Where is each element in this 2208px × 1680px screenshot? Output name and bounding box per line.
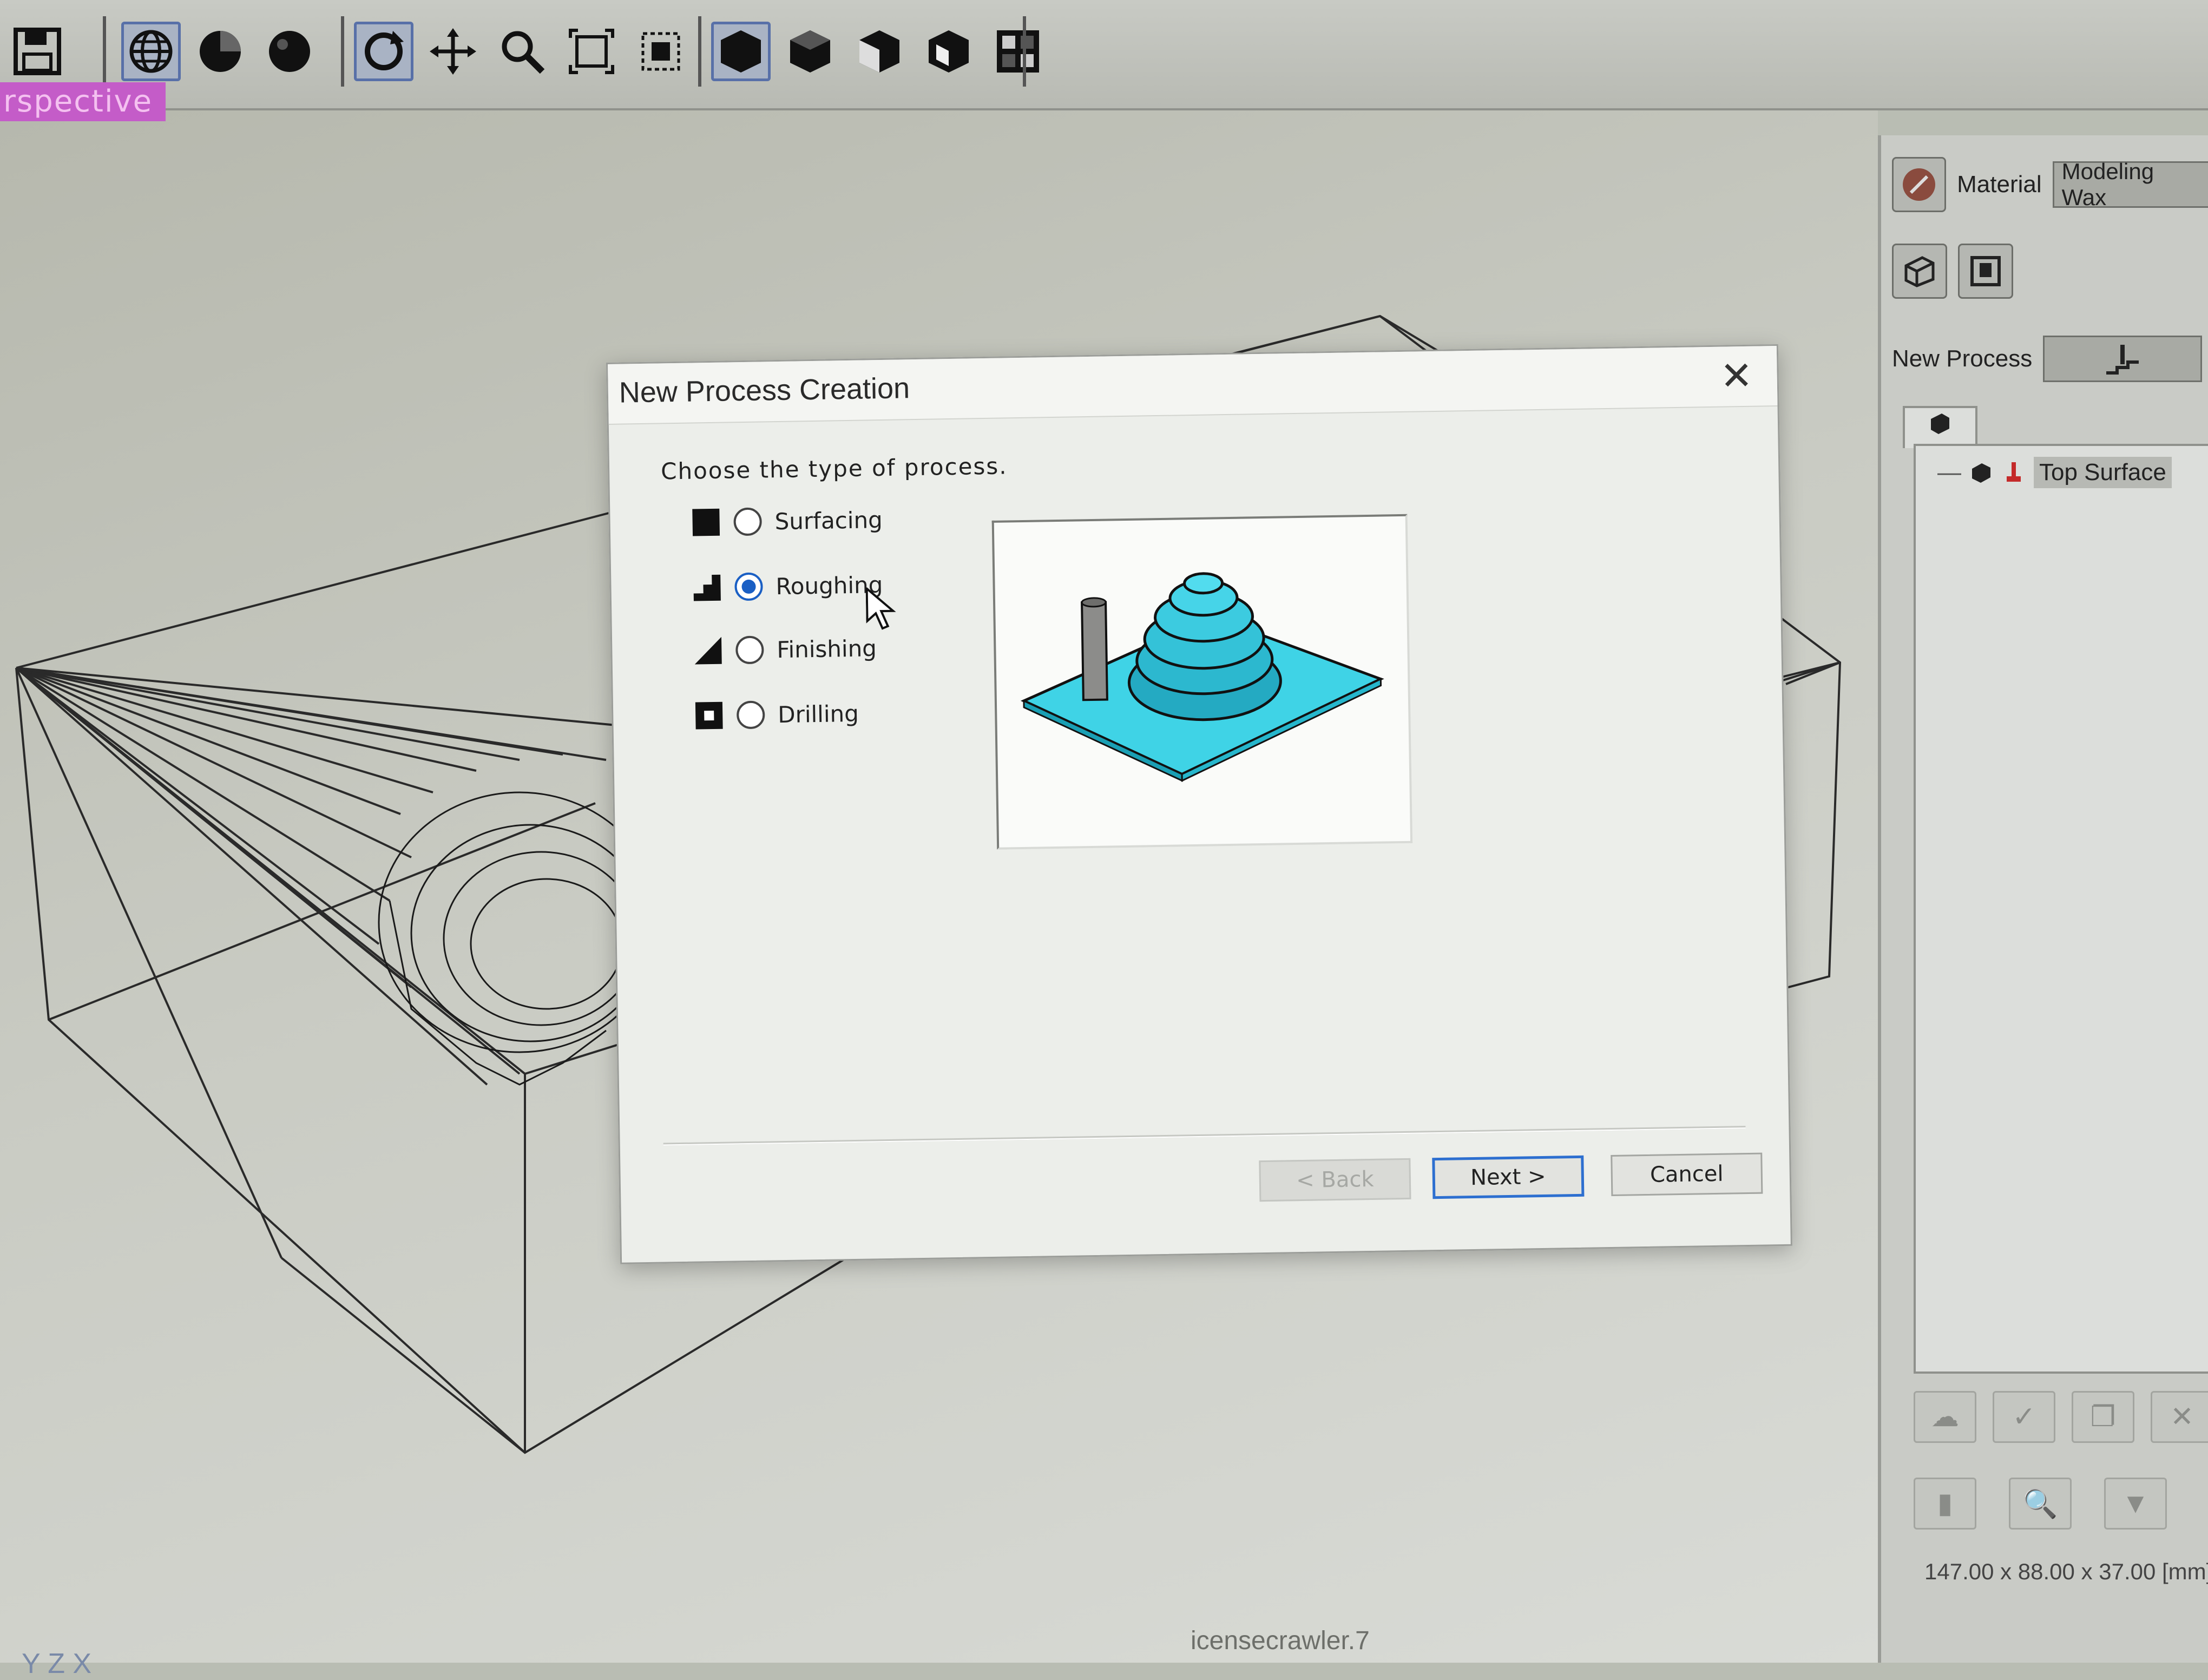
roughing-icon <box>693 574 721 601</box>
zoom-icon[interactable] <box>492 22 552 81</box>
stock-icon <box>1972 463 1990 483</box>
process-tree[interactable]: — Top Surface <box>1914 444 2208 1374</box>
new-process-button[interactable] <box>2043 336 2203 382</box>
save-icon[interactable] <box>8 22 67 81</box>
cut-simulation-icon[interactable]: ▼ <box>2104 1478 2167 1530</box>
zoom-box-icon[interactable] <box>631 22 691 81</box>
tree-tab[interactable] <box>1903 406 1977 448</box>
option-roughing[interactable]: Roughing <box>692 570 883 602</box>
toolbar-group-views <box>704 11 1055 92</box>
toolbar-separator <box>341 16 344 87</box>
new-process-row: New Process <box>1892 336 2203 382</box>
panel-tools-row <box>1892 244 2013 299</box>
close-icon[interactable]: ✕ <box>1712 351 1761 401</box>
mouse-cursor-icon <box>865 587 896 630</box>
edit-tool-icon[interactable]: ✓ <box>1993 1391 2055 1443</box>
wireframe-globe-icon[interactable] <box>121 22 181 81</box>
toolbar-separator <box>103 16 106 87</box>
option-label: Drilling <box>777 700 859 728</box>
dialog-prompt: Choose the type of process. <box>660 452 1008 485</box>
material-field[interactable]: Modeling Wax <box>2052 159 2208 210</box>
view-back-icon[interactable] <box>919 22 978 81</box>
preview-buttons: ▮ 🔍 ▼ <box>1914 1478 2167 1530</box>
back-button[interactable]: < Back <box>1259 1158 1411 1202</box>
stock-dimensions: 147.00 x 88.00 x 37.00 [mm] <box>1924 1559 2208 1584</box>
view-iso-icon[interactable] <box>711 22 771 81</box>
material-icon[interactable] <box>1892 157 1947 212</box>
finishing-icon <box>694 636 722 665</box>
new-process-icon <box>2106 345 2139 375</box>
option-surfacing[interactable]: Surfacing <box>691 505 883 537</box>
pan-icon[interactable] <box>423 22 483 81</box>
origin-icon[interactable] <box>1958 244 2013 299</box>
toolbar-group-file <box>0 11 75 92</box>
process-panel: Material Modeling Wax New Process — Top … <box>1878 135 2208 1663</box>
desktop-watermark-text: icensecrawler.7 <box>1191 1626 1370 1655</box>
dialog-title: New Process Creation <box>619 372 910 409</box>
toolbar-separator <box>1023 16 1026 87</box>
axis-indicator: Y Z X <box>22 1648 92 1679</box>
material-label: Material <box>1957 171 2042 198</box>
tree-action-buttons: ☁ ✓ ❐ ✕ ▲ <box>1914 1391 2208 1443</box>
option-label: Finishing <box>776 634 877 663</box>
option-finishing[interactable]: Finishing <box>693 633 877 665</box>
toolbar-group-render <box>114 11 327 92</box>
preview-icon[interactable]: ▮ <box>1914 1478 1976 1530</box>
dialog-separator <box>663 1126 1746 1146</box>
view-front-icon[interactable] <box>780 22 840 81</box>
option-drilling[interactable]: Drilling <box>694 699 859 731</box>
copy-icon[interactable]: ❐ <box>2072 1391 2134 1443</box>
tree-tab-icon <box>1931 414 1949 434</box>
roughing-radio[interactable] <box>734 572 763 601</box>
view-side-icon[interactable] <box>850 22 909 81</box>
stock-box-icon[interactable] <box>1892 244 1947 299</box>
roughing-preview-illustration <box>1020 572 1384 782</box>
shaded-sphere-icon[interactable] <box>190 22 250 81</box>
create-path-icon[interactable]: ☁ <box>1914 1391 1976 1443</box>
drilling-icon <box>695 701 723 730</box>
new-process-label: New Process <box>1892 345 2033 372</box>
main-toolbar <box>0 0 2208 110</box>
process-preview <box>991 514 1413 850</box>
cancel-button[interactable]: Cancel <box>1611 1152 1763 1197</box>
tool-search-icon[interactable]: 🔍 <box>2009 1478 2072 1530</box>
delete-icon[interactable]: ✕ <box>2151 1391 2208 1443</box>
tree-item-label: Top Surface <box>2034 457 2172 488</box>
new-process-dialog: New Process Creation ✕ Choose the type o… <box>606 344 1792 1264</box>
drilling-radio[interactable] <box>736 700 765 730</box>
toolbar-group-navigate <box>346 11 698 92</box>
rotate-icon[interactable] <box>354 22 413 81</box>
next-button[interactable]: Next > <box>1432 1155 1585 1199</box>
material-row: Material Modeling Wax <box>1892 157 2208 212</box>
view-mode-label: rspective <box>0 82 166 121</box>
toolbar-separator <box>698 16 701 87</box>
option-label: Surfacing <box>774 506 883 535</box>
dark-sphere-icon[interactable] <box>260 22 319 81</box>
fit-view-icon[interactable] <box>562 22 621 81</box>
surfacing-radio[interactable] <box>733 507 763 536</box>
finishing-radio[interactable] <box>735 635 764 665</box>
surfacing-icon <box>692 508 720 536</box>
tool-icon <box>2007 462 2021 482</box>
view-grid-icon[interactable] <box>988 22 1048 81</box>
tree-item-top-surface[interactable]: — Top Surface <box>1937 457 2172 488</box>
